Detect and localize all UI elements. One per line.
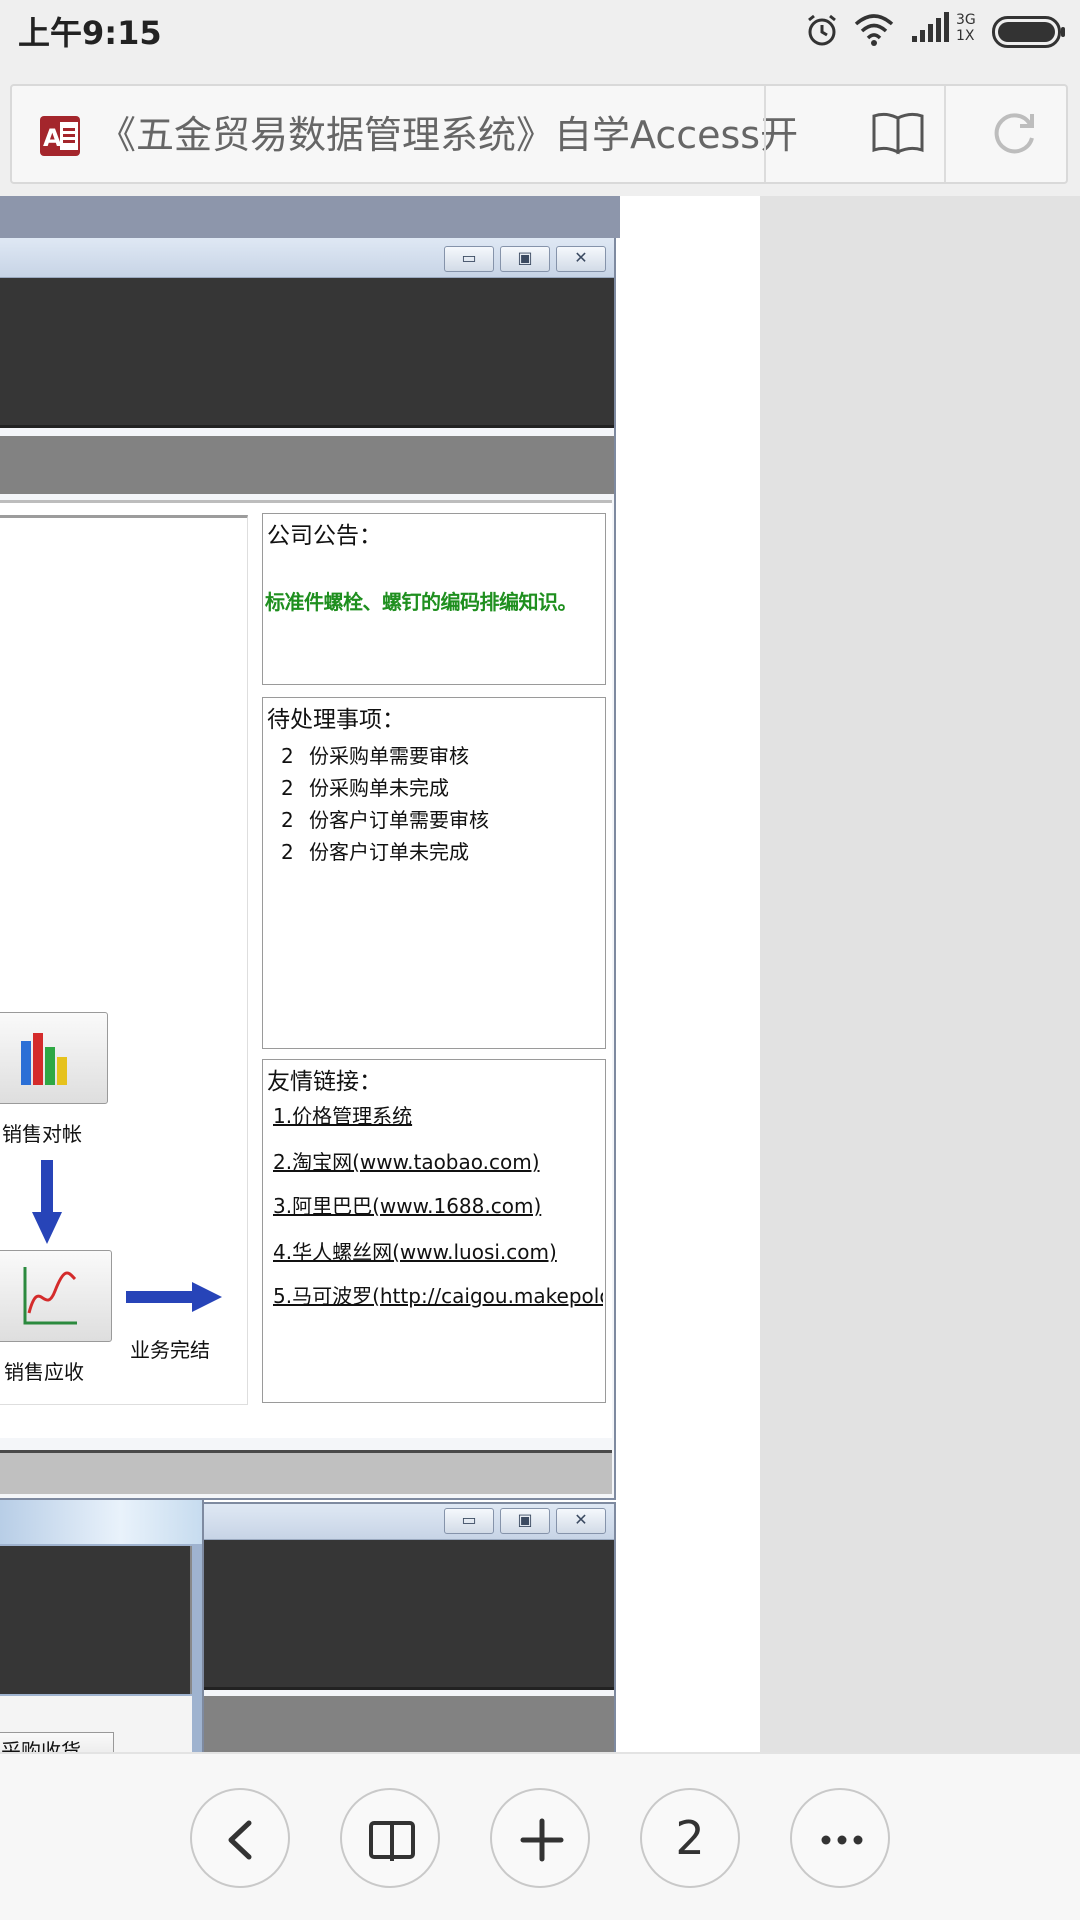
link-1688[interactable]: 3.阿里巴巴(www.1688.com)	[273, 1190, 603, 1219]
svg-text:A: A	[43, 124, 62, 152]
status-bar: 上午9:15 3G 1X	[0, 0, 1080, 62]
tab-count: 2	[675, 1811, 705, 1865]
divider	[764, 86, 766, 182]
links-title: 友情链接：	[267, 1069, 382, 1095]
more-dots-icon	[821, 1835, 863, 1845]
business-complete-label: 业务完结	[130, 1338, 210, 1362]
todo-item[interactable]: 2 份客户订单需要审核	[281, 804, 489, 833]
screenshot-top-band	[0, 196, 620, 238]
link-luosi[interactable]: 4.华人螺丝网(www.luosi.com)	[273, 1236, 603, 1265]
battery-icon	[992, 16, 1065, 48]
plus-icon	[520, 1818, 564, 1862]
sales-receivable-button[interactable]	[0, 1250, 112, 1342]
browser-bottom-nav: 2	[0, 1752, 1080, 1920]
arrow-right-icon	[126, 1282, 222, 1312]
window-titlebar	[0, 1500, 202, 1544]
link-makepolo[interactable]: 5.马可波罗(http://caigou.makepolo.com)	[273, 1280, 603, 1309]
notice-title: 公司公告：	[267, 523, 382, 549]
address-bar: A 《五金贸易数据管理系统》自学Access开	[0, 62, 1080, 196]
header-banner	[0, 1546, 192, 1694]
network-type-top: 3G	[956, 12, 976, 28]
close-button[interactable]: ✕	[556, 1508, 606, 1534]
url-bar[interactable]: A 《五金贸易数据管理系统》自学Access开	[10, 84, 1068, 184]
article-screenshot: ▭ ▣ ✕ 销售对帐 销售应收 业务完结 公司公告： 标准件螺栓、螺钉的编码排编…	[0, 238, 620, 1752]
todo-item[interactable]: 2 份采购单未完成	[281, 772, 449, 801]
network-type-bottom: 1X	[956, 28, 975, 44]
signal-icon	[912, 12, 949, 42]
page-title[interactable]: 《五金贸易数据管理系统》自学Access开	[98, 110, 818, 160]
links-box: 友情链接： 1.价格管理系统 2.淘宝网(www.taobao.com) 3.阿…	[262, 1059, 606, 1403]
sales-reconcile-label: 销售对帐	[2, 1122, 82, 1146]
todo-box: 待处理事项： 2 份采购单需要审核 2 份采购单未完成 2 份客户订单需要审核 2 份客…	[262, 697, 606, 1049]
menu-button[interactable]	[790, 1788, 890, 1888]
link-taobao[interactable]: 2.淘宝网(www.taobao.com)	[273, 1146, 603, 1175]
minimize-button[interactable]: ▭	[444, 1508, 494, 1534]
line-chart-icon	[23, 1267, 77, 1325]
reader-mode-icon[interactable]	[870, 108, 926, 158]
header-banner	[0, 278, 614, 428]
maximize-button[interactable]: ▣	[500, 1508, 550, 1534]
access-app-icon: A	[40, 116, 80, 156]
main-form: 销售对帐 销售应收 业务完结 公司公告： 标准件螺栓、螺钉的编码排编知识。 待处…	[0, 500, 612, 1438]
todo-title: 待处理事项：	[267, 707, 405, 733]
sales-receivable-label: 销售应收	[4, 1360, 84, 1384]
link-price-system[interactable]: 1.价格管理系统	[273, 1100, 603, 1129]
book-icon	[369, 1821, 415, 1861]
todo-item[interactable]: 2 份客户订单未完成	[281, 836, 469, 865]
refresh-icon[interactable]	[988, 106, 1040, 160]
chevron-left-icon	[228, 1820, 252, 1860]
access-window-main: ▭ ▣ ✕ 销售对帐 销售应收 业务完结 公司公告： 标准件螺栓、螺钉的编码排编…	[0, 238, 616, 1500]
bar-chart-icon	[21, 1033, 67, 1085]
back-button[interactable]	[190, 1788, 290, 1888]
purchase-receive-button[interactable]: 采购收货	[0, 1732, 114, 1752]
notice-box: 公司公告： 标准件螺栓、螺钉的编码排编知识。	[262, 513, 606, 685]
sales-reconcile-button[interactable]	[0, 1012, 108, 1104]
access-window-front: 采购收货	[0, 1500, 204, 1752]
window-titlebar: ▭ ▣ ✕	[0, 238, 614, 278]
bookmarks-button[interactable]	[340, 1788, 440, 1888]
wifi-icon	[854, 14, 894, 46]
arrow-down-icon	[32, 1160, 62, 1244]
page-margin	[620, 196, 760, 1752]
close-button[interactable]: ✕	[556, 246, 606, 272]
maximize-button[interactable]: ▣	[500, 246, 550, 272]
toolbar-band	[0, 436, 614, 494]
flow-panel: 销售对帐 销售应收 业务完结	[0, 515, 248, 1405]
minimize-button[interactable]: ▭	[444, 246, 494, 272]
todo-item[interactable]: 2 份采购单需要审核	[281, 740, 469, 769]
status-time: 上午9:15	[18, 14, 162, 52]
alarm-icon	[808, 14, 836, 46]
status-strip	[0, 1450, 612, 1494]
divider	[944, 86, 946, 182]
tabs-button[interactable]: 2	[640, 1788, 740, 1888]
web-content[interactable]: ▭ ▣ ✕ 销售对帐 销售应收 业务完结 公司公告： 标准件螺栓、螺钉的编码排编…	[0, 196, 1080, 1752]
new-tab-button[interactable]	[490, 1788, 590, 1888]
notice-text: 标准件螺栓、螺钉的编码排编知识。	[265, 590, 578, 614]
